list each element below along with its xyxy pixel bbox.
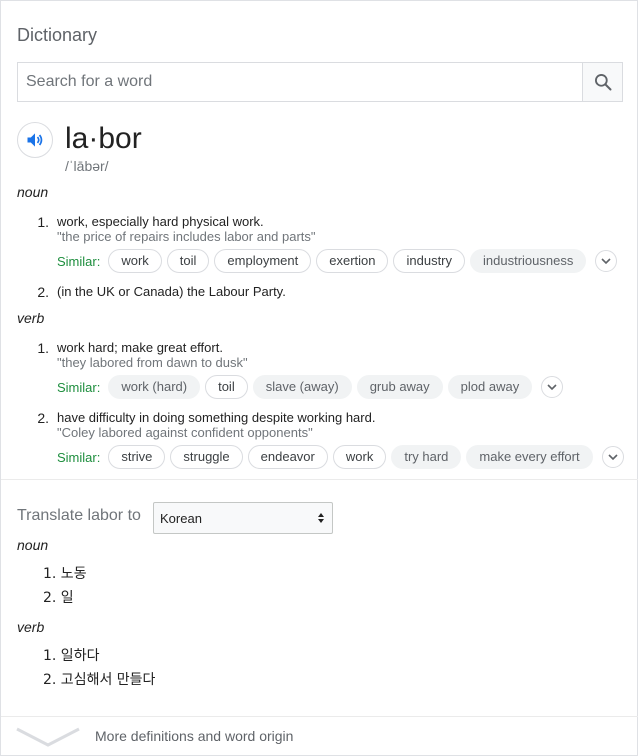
sense-number: 2.	[37, 284, 49, 300]
expand-similar-button[interactable]	[601, 446, 624, 468]
translation-item: 1. 일하다	[43, 648, 100, 664]
similar-label: Similar:	[57, 449, 101, 465]
definition: work hard; make great effort.	[57, 340, 223, 355]
similar-row: Similar: work toil employment exertion i…	[57, 248, 618, 274]
search-button[interactable]	[582, 63, 622, 101]
definition: (in the UK or Canada) the Labour Party.	[57, 284, 286, 299]
similar-chip[interactable]: work (hard)	[108, 375, 201, 399]
similar-chip[interactable]: industriousness	[470, 249, 587, 273]
similar-chip[interactable]: work	[332, 445, 387, 469]
search-icon	[594, 74, 611, 91]
search-input[interactable]	[18, 63, 582, 101]
similar-chip[interactable]: strive	[108, 445, 166, 469]
definition: have difficulty in doing something despi…	[57, 410, 376, 425]
translate-pos-verb: verb	[17, 619, 45, 635]
language-select[interactable]: Korean	[153, 502, 333, 534]
expand-similar-button[interactable]	[595, 250, 618, 272]
similar-chip[interactable]: make every effort	[466, 445, 593, 469]
select-arrows-icon	[318, 513, 324, 523]
dictionary-card: Dictionary la·bor /ˈlābər/ noun 1. work,…	[0, 0, 638, 756]
similar-chip[interactable]: industry	[393, 249, 466, 273]
expand-similar-button[interactable]	[541, 376, 564, 398]
chevron-down-icon	[16, 727, 80, 747]
pos-verb: verb	[17, 310, 45, 326]
phonetic: /ˈlābər/	[65, 158, 109, 174]
similar-chip[interactable]: toil	[205, 375, 248, 399]
more-definitions-label: More definitions and word origin	[95, 728, 294, 744]
pronunciation-button[interactable]	[17, 122, 53, 158]
similar-row: Similar: work (hard) toil slave (away) g…	[57, 374, 564, 400]
search-box	[17, 62, 623, 102]
example: "they labored from dawn to dusk"	[57, 355, 248, 370]
sense-number: 1.	[37, 214, 49, 230]
translation-item: 2. 일	[43, 590, 74, 606]
similar-row: Similar: strive struggle endeavor work t…	[57, 444, 624, 470]
similar-chip[interactable]: grub away	[356, 375, 443, 399]
pos-noun: noun	[17, 184, 49, 200]
sense-number: 2.	[37, 410, 49, 426]
similar-chip[interactable]: slave (away)	[252, 375, 352, 399]
example: "the price of repairs includes labor and…	[57, 229, 316, 244]
similar-label: Similar:	[57, 379, 101, 395]
more-definitions-link[interactable]: More definitions and word origin	[1, 717, 638, 756]
section-divider	[1, 479, 638, 480]
translate-label: Translate labor to	[17, 507, 141, 524]
similar-chip[interactable]: exertion	[316, 249, 389, 273]
speaker-icon	[27, 133, 43, 147]
chevron-down-icon	[601, 258, 611, 265]
translation-item: 2. 고심해서 만들다	[43, 672, 156, 688]
similar-label: Similar:	[57, 253, 101, 269]
similar-chip[interactable]: try hard	[391, 445, 462, 469]
similar-chip[interactable]: employment	[214, 249, 312, 273]
example: "Coley labored against confident opponen…	[57, 425, 313, 440]
card-title: Dictionary	[17, 25, 98, 45]
chevron-down-icon	[547, 384, 557, 391]
headword: la·bor	[65, 122, 142, 155]
similar-chip[interactable]: endeavor	[247, 445, 328, 469]
similar-chip[interactable]: work	[108, 249, 162, 273]
translate-pos-noun: noun	[17, 537, 49, 553]
sense-number: 1.	[37, 340, 49, 356]
similar-chip[interactable]: struggle	[170, 445, 243, 469]
similar-chip[interactable]: plod away	[447, 375, 533, 399]
chevron-down-icon	[608, 454, 618, 461]
definition: work, especially hard physical work.	[57, 214, 264, 229]
similar-chip[interactable]: toil	[166, 249, 210, 273]
translation-item: 1. 노동	[43, 566, 87, 582]
language-value: Korean	[160, 510, 202, 526]
